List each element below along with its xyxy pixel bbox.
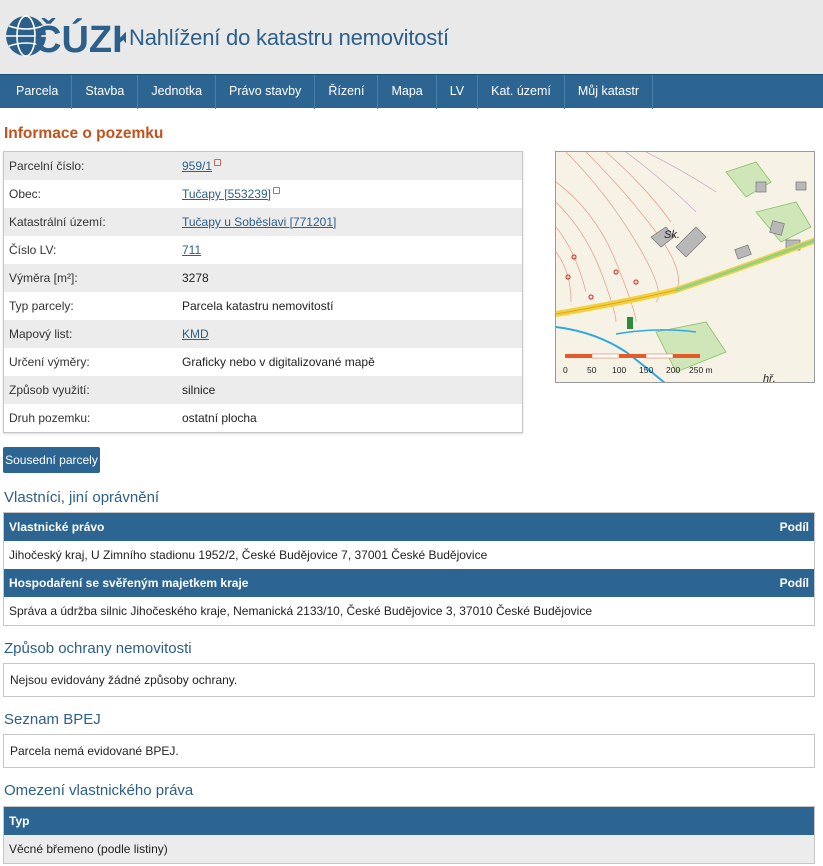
info-label: Katastrální území: — [9, 215, 106, 229]
bpej-box: Parcela nemá evidované BPEJ. — [3, 734, 815, 768]
cuzk-logo[interactable]: ČÚZK — [4, 10, 126, 62]
restrictions-table: Typ Věcné břemeno (podle listiny) — [3, 806, 815, 864]
info-label: Číslo LV: — [9, 243, 57, 257]
scale-label: 50 — [587, 365, 597, 375]
info-value: Tučapy u Soběslavi [771201] — [182, 215, 522, 229]
map-sheet-link[interactable]: KMD — [182, 327, 209, 341]
scale-label: 100 — [612, 365, 626, 375]
info-row-area: Výměra [m²]: 3278 — [4, 264, 522, 292]
info-label: Výměra [m²]: — [9, 271, 78, 285]
site-title[interactable]: Nahlížení do katastru nemovitostí — [129, 25, 449, 51]
municipality-link[interactable]: Tučapy [553239] — [182, 187, 271, 201]
nav-item-lv[interactable]: LV — [437, 75, 479, 109]
protection-box: Nejsou evidovány žádné způsoby ochrany. — [3, 663, 815, 697]
info-value: Tučapy [553239] — [182, 187, 522, 201]
nav-item-mapa[interactable]: Mapa — [378, 75, 437, 109]
info-row-usage: Způsob využití: silnice — [4, 376, 522, 404]
page-title: Informace o pozemku — [4, 125, 164, 142]
owner-entry: Jihočeský kraj, U Zimního stadionu 1952/… — [4, 541, 814, 569]
info-row-area-determination: Určení výměry: Graficky nebo v digitaliz… — [4, 348, 522, 376]
info-label: Typ parcely: — [9, 299, 74, 313]
info-value: Graficky nebo v digitalizované mapě — [182, 355, 375, 369]
scale-label: 150 — [639, 365, 653, 375]
info-label: Způsob využití: — [9, 383, 90, 397]
scale-label: 200 — [666, 365, 680, 375]
owner-entry: Správa a údržba silnic Jihočeského kraje… — [4, 597, 814, 625]
parcel-info-table: Parcelní číslo: 959/1 Obec: Tučapy [5532… — [3, 151, 523, 433]
restriction-row: Věcné břemeno (podle listiny) — [4, 835, 814, 863]
nav-item-stavba[interactable]: Stavba — [72, 75, 139, 109]
owners-table: Vlastnické právo Podíl Jihočeský kraj, U… — [3, 512, 815, 626]
page-header: ČÚZK Nahlížení do katastru nemovitostí — [0, 0, 823, 74]
nav-item-pravo-stavby[interactable]: Právo stavby — [216, 75, 316, 109]
neighbor-parcels-button[interactable]: Sousední parcely — [3, 447, 100, 473]
cadastral-area-link[interactable]: Tučapy u Soběslavi [771201] — [182, 215, 336, 229]
info-value: silnice — [182, 383, 216, 397]
map-label-hr: hř. — [763, 373, 776, 383]
nav-item-jednotka[interactable]: Jednotka — [138, 75, 217, 109]
map-graphic: Sk. hř. 0 50 100 150 200 250 m — [556, 152, 814, 383]
info-value: ostatní plocha — [182, 411, 257, 425]
owners-group-header: Hospodaření se svěřeným majetkem kraje P… — [4, 569, 814, 597]
logo-text: ČÚZK — [34, 16, 126, 61]
share-header: Podíl — [779, 520, 809, 534]
parcel-number-link[interactable]: 959/1 — [182, 159, 212, 173]
nav-item-rizeni[interactable]: Řízení — [315, 75, 379, 109]
nav-item-kat-uzemi[interactable]: Kat. území — [478, 75, 565, 109]
info-value: 3278 — [182, 271, 209, 285]
owners-group-header: Vlastnické právo Podíl — [4, 513, 814, 541]
info-value: Parcela katastru nemovitostí — [182, 299, 334, 313]
info-row-parcel-type: Typ parcely: Parcela katastru nemovitost… — [4, 292, 522, 320]
main-nav: Parcela Stavba Jednotka Právo stavby Říz… — [0, 74, 823, 109]
external-link-icon[interactable] — [214, 159, 222, 166]
owners-group-title: Vlastnické právo — [9, 520, 105, 534]
info-row-parcel-number: Parcelní číslo: 959/1 — [4, 152, 522, 180]
info-label: Druh pozemku: — [9, 411, 91, 425]
parcel-map-preview[interactable]: Sk. hř. 0 50 100 150 200 250 m — [555, 151, 815, 383]
restrictions-header: Typ — [4, 807, 814, 835]
protection-section-title: Způsob ochrany nemovitosti — [4, 640, 192, 657]
info-row-municipality: Obec: Tučapy [553239] — [4, 180, 522, 208]
info-row-cadastral-area: Katastrální území: Tučapy u Soběslavi [7… — [4, 208, 522, 236]
scale-label: 0 — [563, 365, 568, 375]
bpej-section-title: Seznam BPEJ — [4, 711, 101, 728]
info-row-land-type: Druh pozemku: ostatní plocha — [4, 404, 522, 432]
info-label: Určení výměry: — [9, 355, 90, 369]
scale-label: 250 m — [689, 365, 713, 375]
info-label: Parcelní číslo: — [9, 159, 85, 173]
info-value: 959/1 — [182, 159, 522, 173]
share-header: Podíl — [779, 576, 809, 590]
nav-item-muj-katastr[interactable]: Můj katastr — [565, 75, 653, 109]
info-row-lv-number: Číslo LV: 711 — [4, 236, 522, 264]
info-row-map-sheet: Mapový list: KMD — [4, 320, 522, 348]
external-link-icon[interactable] — [272, 187, 280, 194]
owners-section-title: Vlastníci, jiní oprávnění — [4, 489, 160, 506]
lv-number-link[interactable]: 711 — [182, 243, 201, 257]
parcel-marker — [627, 317, 633, 329]
map-label-sk: Sk. — [664, 229, 680, 241]
nav-item-parcela[interactable]: Parcela — [0, 75, 73, 109]
info-value: 711 — [182, 243, 522, 257]
owners-group-title: Hospodaření se svěřeným majetkem kraje — [9, 576, 249, 590]
info-label: Obec: — [9, 187, 42, 201]
info-value: KMD — [182, 327, 522, 341]
restrictions-section-title: Omezení vlastnického práva — [4, 782, 194, 799]
info-label: Mapový list: — [9, 327, 73, 341]
